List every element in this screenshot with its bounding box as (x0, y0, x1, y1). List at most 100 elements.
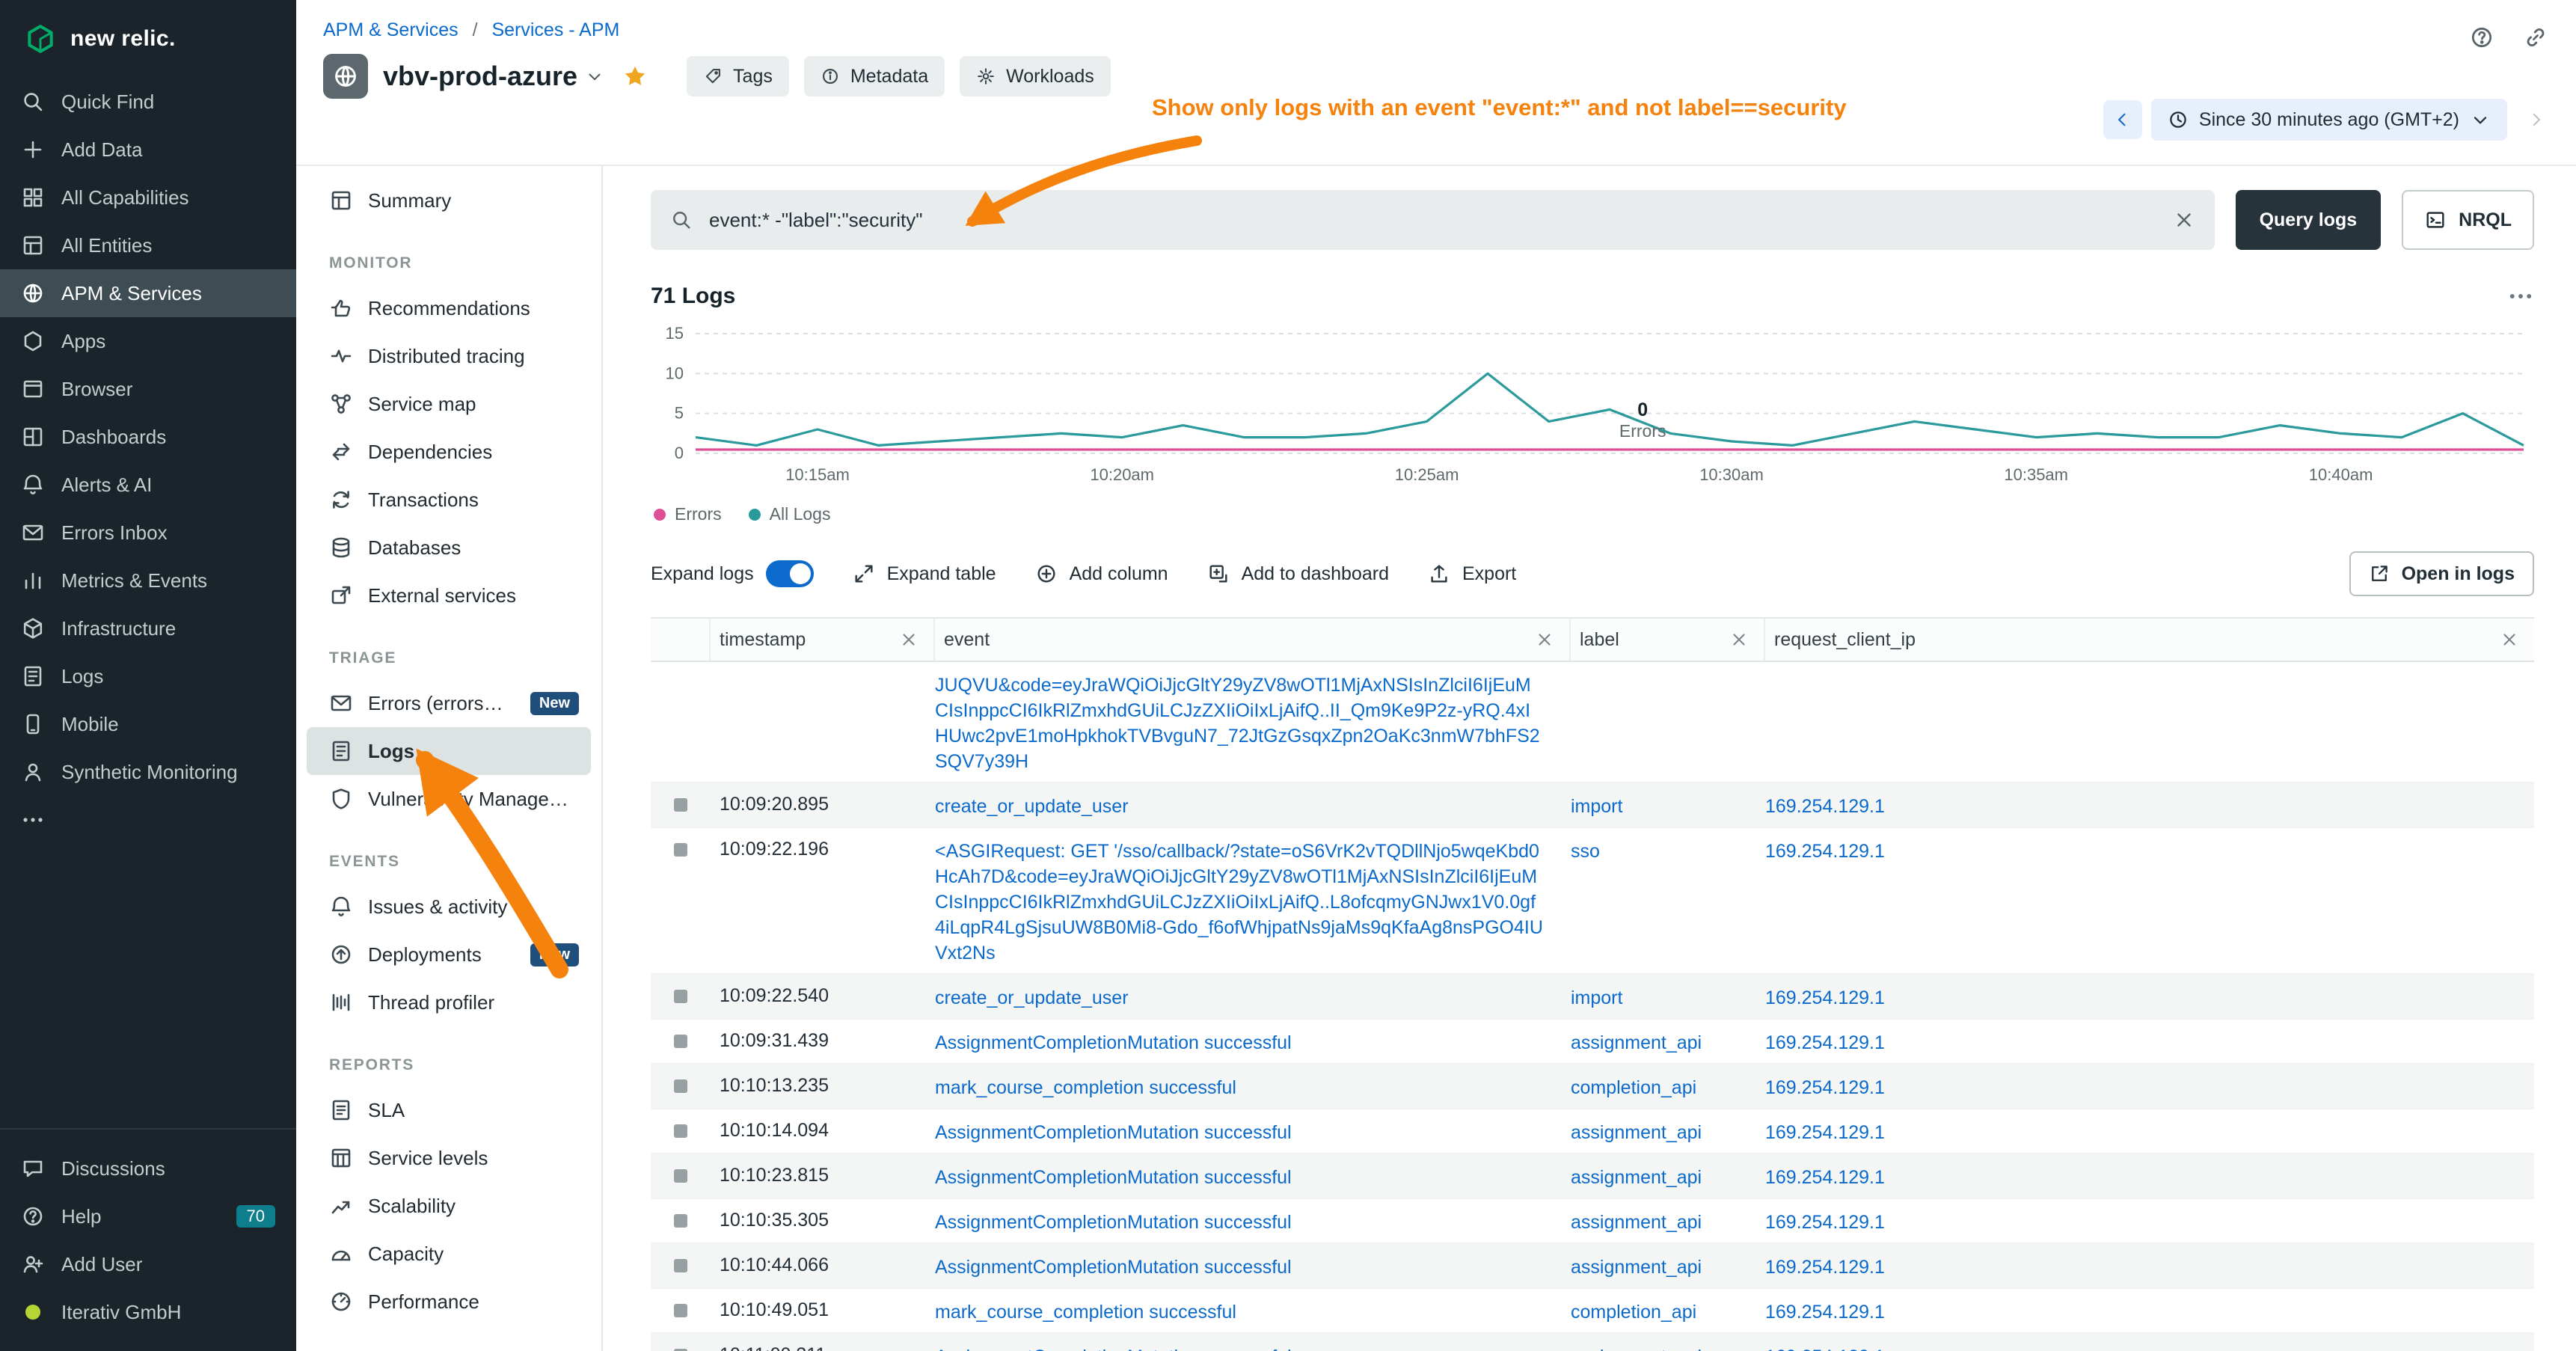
row-select-marker[interactable] (674, 798, 687, 812)
sidebar-item-quick-find[interactable]: Quick Find (0, 78, 296, 126)
subnav-item-transactions[interactable]: Transactions (307, 476, 591, 524)
sidebar-item-synthetic-monitoring[interactable]: Synthetic Monitoring (0, 748, 296, 796)
sidebar-item-dashboards[interactable]: Dashboards (0, 413, 296, 461)
log-ip-link[interactable]: 169.254.129.1 (1765, 1162, 1885, 1190)
remove-column-icon[interactable] (1535, 630, 1554, 649)
nrql-button[interactable]: NRQL (2402, 190, 2534, 250)
subnav-item-errors-errors-inb[interactable]: Errors (errors inb... New (307, 679, 591, 727)
subnav-item-vulnerability-management[interactable]: Vulnerability Management (307, 775, 591, 823)
breadcrumb-services-apm[interactable]: Services - APM (491, 19, 619, 40)
log-ip-link[interactable]: 169.254.129.1 (1765, 1296, 1885, 1325)
log-label-link[interactable]: assignment_api (1571, 1341, 1702, 1351)
log-row[interactable]: JUQVU&code=eyJraWQiOiJjcGltY29yZV8wOTl1M… (651, 662, 2534, 783)
sidebar-item-metrics-events[interactable]: Metrics & Events (0, 557, 296, 604)
subnav-item-capacity[interactable]: Capacity (307, 1230, 591, 1278)
breadcrumb-apm-services[interactable]: APM & Services (323, 19, 459, 40)
log-row-import[interactable]: 10:09:22.540 create_or_update_user impor… (651, 975, 2534, 1020)
log-event-link[interactable]: mark_course_completion successful (935, 1296, 1236, 1325)
clear-query-icon[interactable] (2173, 209, 2195, 231)
row-select-marker[interactable] (674, 843, 687, 857)
entity-dropdown-icon[interactable] (585, 67, 604, 86)
log-label-link[interactable]: sso (1571, 836, 1600, 864)
row-select-marker[interactable] (674, 990, 687, 1003)
sidebar-footer-item-add-user[interactable]: Add User (0, 1240, 296, 1288)
sidebar-item-browser[interactable]: Browser (0, 365, 296, 413)
column-header-label[interactable]: label (1571, 619, 1765, 661)
row-select-marker[interactable] (674, 1124, 687, 1138)
log-row-assignment-api[interactable]: 10:10:44.066 AssignmentCompletionMutatio… (651, 1244, 2534, 1289)
log-row-assignment-api[interactable]: 10:10:23.815 AssignmentCompletionMutatio… (651, 1154, 2534, 1199)
log-label-link[interactable]: import (1571, 791, 1622, 819)
sidebar-item-add-data[interactable]: Add Data (0, 126, 296, 174)
log-event-link[interactable]: AssignmentCompletionMutation successful (935, 1252, 1292, 1280)
row-select-marker[interactable] (674, 1214, 687, 1228)
expand-logs-toggle[interactable] (766, 560, 814, 587)
log-event-link[interactable]: AssignmentCompletionMutation successful (935, 1341, 1292, 1351)
sidebar-item-logs[interactable]: Logs (0, 652, 296, 700)
log-ip-link[interactable]: 169.254.129.1 (1765, 836, 1885, 864)
sidebar-item-errors-inbox[interactable]: Errors Inbox (0, 509, 296, 557)
query-input[interactable] (706, 207, 2159, 233)
subnav-item-distributed-tracing[interactable]: Distributed tracing (307, 332, 591, 380)
query-logs-button[interactable]: Query logs (2236, 190, 2382, 250)
log-ip-link[interactable]: 169.254.129.1 (1765, 1072, 1885, 1100)
log-event-link[interactable]: AssignmentCompletionMutation successful (935, 1117, 1292, 1145)
row-select-marker[interactable] (674, 1035, 687, 1048)
row-select-marker[interactable] (674, 1169, 687, 1183)
log-label-link[interactable]: assignment_api (1571, 1207, 1702, 1235)
log-event-link[interactable]: create_or_update_user (935, 791, 1129, 819)
log-label-link[interactable]: assignment_api (1571, 1027, 1702, 1056)
log-label-link[interactable]: completion_api (1571, 1296, 1696, 1325)
log-row-completion-api[interactable]: 10:10:13.235 mark_course_completion succ… (651, 1064, 2534, 1109)
log-row-sso[interactable]: 10:09:22.196 <ASGIRequest: GET '/sso/cal… (651, 828, 2534, 975)
sidebar-item-all-entities[interactable]: All Entities (0, 221, 296, 269)
sidebar-item-mobile[interactable]: Mobile (0, 700, 296, 748)
column-header-event[interactable]: event (935, 619, 1571, 661)
help-icon[interactable] (2462, 18, 2501, 57)
log-event-link[interactable]: mark_course_completion successful (935, 1072, 1236, 1100)
time-range-button[interactable]: Since 30 minutes ago (GMT+2) (2151, 99, 2507, 141)
subnav-item-dependencies[interactable]: Dependencies (307, 428, 591, 476)
chip-metadata[interactable]: Metadata (804, 56, 945, 96)
open-in-logs-button[interactable]: Open in logs (2349, 551, 2534, 596)
time-back-button[interactable] (2103, 100, 2142, 139)
sidebar-item-all-capabilities[interactable]: All Capabilities (0, 174, 296, 221)
subnav-item-issues-activity[interactable]: Issues & activity (307, 883, 591, 931)
time-forward-button[interactable] (2516, 100, 2555, 139)
row-select-marker[interactable] (674, 1079, 687, 1093)
sidebar-footer-item-iterativ-gmbh[interactable]: Iterativ GmbH (0, 1288, 296, 1336)
sidebar-item-apm-services[interactable]: APM & Services (0, 269, 296, 317)
toolbar-action-expand-table[interactable]: Expand table (853, 563, 996, 585)
log-event-link[interactable]: AssignmentCompletionMutation successful (935, 1027, 1292, 1056)
subnav-item-performance[interactable]: Performance (307, 1278, 591, 1326)
log-ip-link[interactable]: 169.254.129.1 (1765, 1027, 1885, 1056)
sidebar-item-infrastructure[interactable]: Infrastructure (0, 604, 296, 652)
chip-workloads[interactable]: Workloads (960, 56, 1111, 96)
remove-column-icon[interactable] (899, 630, 919, 649)
log-label-link[interactable]: completion_api (1571, 1072, 1696, 1100)
log-ip-link[interactable]: 169.254.129.1 (1765, 1252, 1885, 1280)
log-ip-link[interactable]: 169.254.129.1 (1765, 791, 1885, 819)
subnav-item-sla[interactable]: SLA (307, 1086, 591, 1134)
toolbar-action-export[interactable]: Export (1428, 563, 1516, 585)
log-label-link[interactable]: assignment_api (1571, 1117, 1702, 1145)
row-select-marker[interactable] (674, 1304, 687, 1317)
row-select-marker[interactable] (674, 1259, 687, 1272)
new-relic-logo[interactable]: new relic. (0, 0, 296, 75)
log-label-link[interactable]: import (1571, 982, 1622, 1011)
log-event-link[interactable]: AssignmentCompletionMutation successful (935, 1207, 1292, 1235)
subnav-item-deployments[interactable]: Deployments New (307, 931, 591, 978)
sidebar-item-apps[interactable]: Apps (0, 317, 296, 365)
subnav-item-logs[interactable]: Logs (307, 727, 591, 775)
log-ip-link[interactable]: 169.254.129.1 (1765, 1341, 1885, 1351)
log-ip-link[interactable]: 169.254.129.1 (1765, 1117, 1885, 1145)
remove-column-icon[interactable] (1729, 630, 1749, 649)
log-row-import[interactable]: 10:09:20.895 create_or_update_user impor… (651, 783, 2534, 828)
chip-tags[interactable]: Tags (687, 56, 789, 96)
subnav-item-thread-profiler[interactable]: Thread profiler (307, 978, 591, 1026)
log-event-link[interactable]: create_or_update_user (935, 982, 1129, 1011)
permalink-icon[interactable] (2516, 18, 2555, 57)
log-row-completion-api[interactable]: 10:10:49.051 mark_course_completion succ… (651, 1289, 2534, 1334)
log-label-link[interactable]: assignment_api (1571, 1162, 1702, 1190)
logs-chart-container[interactable]: 05101510:15am10:20am10:25am10:30am10:35a… (651, 325, 2534, 495)
